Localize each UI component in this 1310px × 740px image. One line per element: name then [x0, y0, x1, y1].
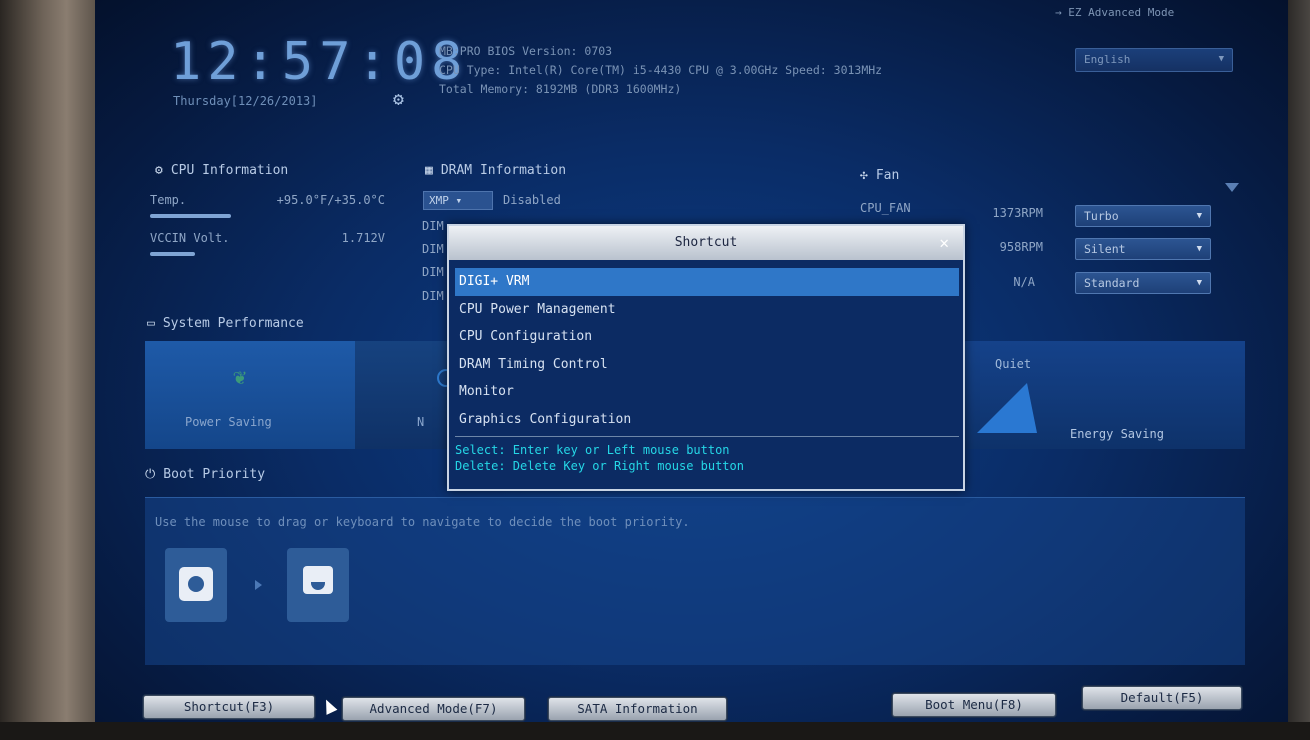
- shortcut-item-monitor[interactable]: Monitor: [455, 378, 959, 406]
- fan-mode-value: Turbo: [1084, 209, 1119, 223]
- shortcut-button[interactable]: Shortcut(F3): [143, 695, 315, 719]
- volt-value: 1.712V: [341, 231, 385, 245]
- fan-icon: ✣: [860, 168, 868, 183]
- fan-rpm: 958RPM: [999, 240, 1043, 254]
- language-select[interactable]: English ▼: [1075, 48, 1233, 72]
- boot-priority-hint: Use the mouse to drag or keyboard to nav…: [155, 515, 690, 529]
- power-saving-card[interactable]: ❦ Power Saving: [145, 341, 355, 449]
- bios-screen: → EZ Advanced Mode 12:57:08 Thursday[12/…: [95, 0, 1288, 722]
- chevron-down-icon: ▼: [1218, 54, 1224, 64]
- dialog-help: Select: Enter key or Left mouse button D…: [455, 442, 744, 474]
- bios-version: MB:PRO BIOS Version: 0703: [439, 44, 613, 58]
- cpu-type: CPU Type: Intel(R) Core(TM) i5-4430 CPU …: [439, 63, 883, 77]
- dialog-title-bar: Shortcut ✕: [449, 226, 963, 260]
- total-memory: Total Memory: 8192MB (DDR3 1600MHz): [439, 82, 682, 96]
- fan-mode-select[interactable]: Standard ▼: [1075, 272, 1211, 294]
- fan-rpm: 1373RPM: [992, 206, 1043, 220]
- help-delete: Delete: Delete Key or Right mouse button: [455, 459, 744, 473]
- fan-rpm: N/A: [1013, 275, 1035, 289]
- monitor-icon: ▭: [147, 316, 155, 331]
- dialog-divider: [455, 436, 959, 437]
- system-performance-title-text: System Performance: [162, 316, 304, 331]
- dimm-label: DIM: [422, 219, 444, 233]
- mouse-cursor-icon: [320, 697, 338, 715]
- language-value: English: [1084, 53, 1131, 66]
- xmp-value: Disabled: [503, 193, 561, 207]
- fan-name: CPU_FAN: [860, 201, 911, 215]
- fan-expand-icon[interactable]: [1225, 183, 1239, 192]
- advanced-mode-link[interactable]: → EZ Advanced Mode: [1055, 6, 1174, 19]
- dimm-label: DIM: [422, 242, 444, 256]
- monitor-bezel-bottom: [0, 722, 1310, 740]
- boot-device-hdd[interactable]: [165, 548, 227, 622]
- shortcut-item-graphics-configuration[interactable]: Graphics Configuration: [455, 406, 959, 434]
- dram-info-title-text: DRAM Information: [440, 163, 567, 178]
- boot-menu-button[interactable]: Boot Menu(F8): [892, 693, 1056, 717]
- fan-title: ✣ Fan: [860, 168, 899, 183]
- normal-label: N: [417, 415, 425, 429]
- chevron-down-icon: ▼: [1196, 211, 1202, 221]
- advanced-mode-button[interactable]: Advanced Mode(F7): [342, 697, 525, 721]
- volt-bar: [150, 252, 195, 256]
- temp-value: +95.0°F/+35.0°C: [276, 193, 385, 207]
- energy-saving-label: Energy Saving: [1070, 427, 1164, 441]
- date-label: Thursday[12/26/2013]: [173, 94, 318, 108]
- shortcut-dialog: Shortcut ✕ DIGI+ VRM CPU Power Managemen…: [447, 224, 965, 491]
- power-icon: ⏻: [145, 467, 156, 482]
- arrow-right-icon: [255, 580, 262, 590]
- clock: 12:57:08: [170, 32, 469, 92]
- chevron-down-icon: ▼: [1196, 244, 1202, 254]
- shortcut-item-cpu-configuration[interactable]: CPU Configuration: [455, 323, 959, 351]
- system-info: MB:PRO BIOS Version: 0703 CPU Type: Inte…: [439, 42, 882, 99]
- dram-info-title: ▦ DRAM Information: [425, 163, 566, 178]
- monitor-bezel-right: [1288, 0, 1310, 740]
- power-saving-label: Power Saving: [185, 415, 272, 429]
- fan-title-text: Fan: [875, 168, 900, 183]
- fan-mode-select[interactable]: Silent ▼: [1075, 238, 1211, 260]
- quiet-triangle-icon: [977, 383, 1037, 433]
- fan-mode-select[interactable]: Turbo ▼: [1075, 205, 1211, 227]
- dimm-label: DIM: [422, 265, 444, 279]
- shortcut-item-dram-timing-control[interactable]: DRAM Timing Control: [455, 351, 959, 379]
- shortcut-list: DIGI+ VRM CPU Power Management CPU Confi…: [455, 268, 959, 433]
- monitor-bezel-left: [0, 0, 95, 740]
- gear-icon[interactable]: ⚙: [393, 90, 413, 110]
- hard-disk-icon: [179, 567, 213, 601]
- sata-information-button[interactable]: SATA Information: [548, 697, 727, 721]
- leaf-icon: ❦: [233, 365, 247, 390]
- chevron-down-icon: ▼: [1196, 278, 1202, 288]
- cpu-info-title-text: CPU Information: [170, 163, 289, 178]
- shortcut-item-cpu-power-management[interactable]: CPU Power Management: [455, 296, 959, 324]
- fan-mode-value: Standard: [1084, 276, 1140, 290]
- memory-icon: ▦: [425, 163, 433, 178]
- system-performance-title: ▭ System Performance: [147, 316, 304, 331]
- boot-priority-title: ⏻ Boot Priority: [145, 467, 265, 482]
- close-icon[interactable]: ✕: [939, 233, 949, 252]
- optical-drive-icon: [303, 566, 333, 594]
- quiet-card[interactable]: Quiet Energy Saving: [965, 341, 1245, 449]
- cpu-info-title: ⚙ CPU Information: [155, 163, 288, 178]
- fan-mode-value: Silent: [1084, 242, 1126, 256]
- boot-device-optical[interactable]: [287, 548, 349, 622]
- dialog-title: Shortcut: [674, 235, 738, 250]
- xmp-select[interactable]: XMP ▾: [423, 191, 493, 210]
- cpu-icon: ⚙: [155, 163, 163, 178]
- dimm-label: DIM: [422, 289, 444, 303]
- temp-bar: [150, 214, 231, 218]
- quiet-label: Quiet: [995, 357, 1032, 371]
- help-select: Select: Enter key or Left mouse button: [455, 443, 730, 457]
- shortcut-item-digi-vrm[interactable]: DIGI+ VRM: [455, 268, 959, 296]
- temp-label: Temp.: [150, 193, 187, 207]
- volt-label: VCCIN Volt.: [150, 231, 230, 245]
- default-button[interactable]: Default(F5): [1082, 686, 1242, 710]
- boot-priority-title-text: Boot Priority: [163, 467, 266, 482]
